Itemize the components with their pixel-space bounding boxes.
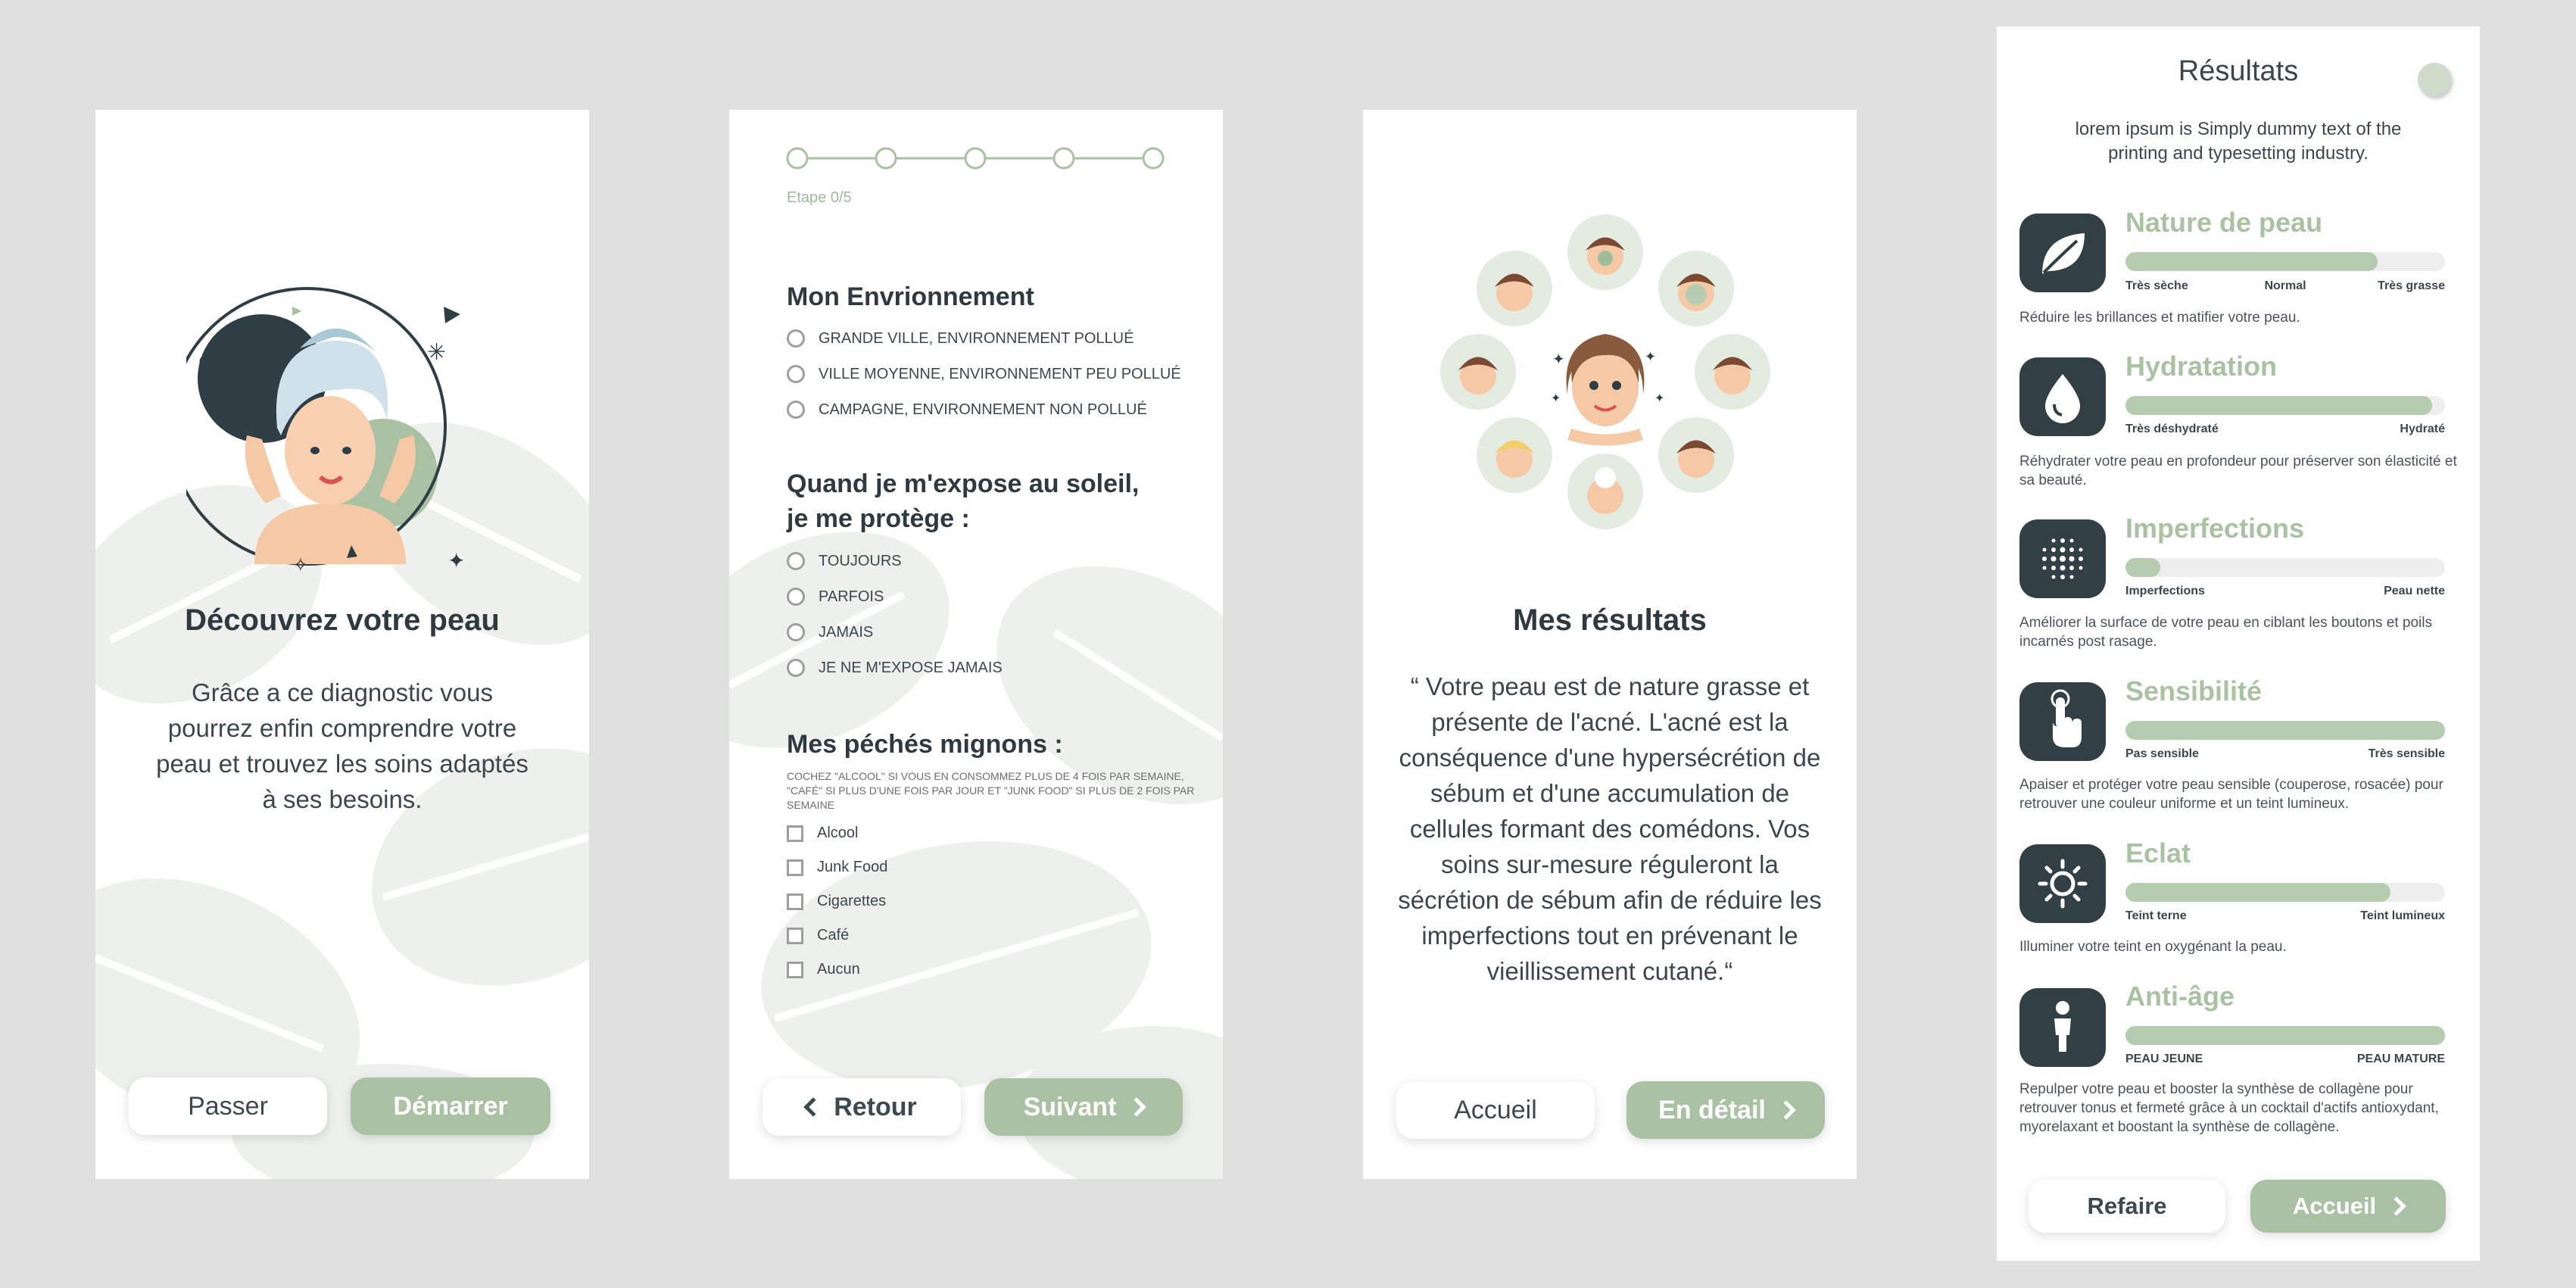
my-results-title: Mes résultats <box>1513 603 1707 637</box>
checkbox[interactable] <box>787 859 803 876</box>
svg-text:✧: ✧ <box>292 554 309 576</box>
criterion-bar-fill <box>2125 396 2433 415</box>
svg-text:✦: ✦ <box>1645 349 1656 364</box>
criterion-bar <box>2125 252 2445 271</box>
redo-button[interactable]: Refaire <box>2029 1180 2225 1233</box>
chevron-left-icon <box>803 1097 823 1117</box>
checkbox[interactable] <box>787 961 803 978</box>
criterion-bar-fill <box>2125 721 2445 740</box>
checkbox-option[interactable]: Cigarettes <box>787 893 886 910</box>
criterion-name: Imperfections <box>2125 513 2305 544</box>
criterion-bar-fill <box>2125 883 2391 902</box>
criterion-name: Sensibilité <box>2125 675 2263 706</box>
step-label: Etape 0/5 <box>787 189 852 206</box>
criterion-description: Réduire les brillances et matifier votre… <box>2019 310 2300 326</box>
criterion-description: Améliorer la surface de votre peau en ci… <box>2019 615 2432 650</box>
avatar[interactable] <box>2418 63 2451 96</box>
radio-option[interactable]: PARFOIS <box>787 588 884 606</box>
dots-icon <box>2019 519 2106 598</box>
criterion-name: Nature de peau <box>2125 207 2323 238</box>
checkbox[interactable] <box>787 893 803 910</box>
woman-towel-illustration: ✳ ▶ ✦ ✧ <box>186 287 465 576</box>
question-guilty-pleasures-title: Mes péchés mignons : <box>787 730 1063 759</box>
radio-button[interactable] <box>787 329 805 348</box>
skincare-faces-illustration: ✦ ✦ ✦ ✦ <box>1440 214 1770 529</box>
monstera-background <box>729 532 1223 1179</box>
radio-button[interactable] <box>787 365 805 383</box>
svg-text:✦: ✦ <box>448 549 465 572</box>
leaf-icon <box>2019 214 2106 292</box>
criterion-description: Réhydrater votre peau en profondeur pour… <box>2019 454 2457 488</box>
svg-text:✦: ✦ <box>1551 392 1561 405</box>
home-button[interactable]: Accueil <box>1396 1081 1595 1139</box>
svg-text:✳: ✳ <box>427 340 446 365</box>
question-note: COCHEZ "ALCOOL" SI VOUS EN CONSOMMEZ PLU… <box>787 770 1195 811</box>
radio-button[interactable] <box>787 552 805 570</box>
results-intro: lorem ipsum is Simply dummy text of the … <box>2075 119 2402 164</box>
criterion-bar-fill <box>2125 252 2378 271</box>
radio-option[interactable]: CAMPAGNE, ENVIRONNEMENT NON POLLUÉ <box>787 401 1147 419</box>
sun-icon <box>2019 844 2106 923</box>
criterion-description: Illuminer votre teint en oxygénant la pe… <box>2019 939 2287 955</box>
question-sun-title: Quand je m'expose au soleil, je me protè… <box>787 469 1140 533</box>
criterion-bar <box>2125 721 2445 740</box>
criterion-name: Eclat <box>2125 837 2191 869</box>
questionnaire-screen: Etape 0/5 Mon Envrionnement GRANDE VILLE… <box>729 110 1223 1179</box>
criterion-bar <box>2125 558 2445 577</box>
step-progress <box>786 147 1165 170</box>
home-button[interactable]: Accueil <box>2250 1180 2446 1233</box>
checkbox[interactable] <box>787 927 803 944</box>
checkbox-option[interactable]: Alcool <box>787 825 858 842</box>
radio-option[interactable]: GRANDE VILLE, ENVIRONNEMENT POLLUÉ <box>787 329 1134 348</box>
results-detail-screen: Résultats lorem ipsum is Simply dummy te… <box>1997 27 2480 1261</box>
radio-option[interactable]: JE NE M'EXPOSE JAMAIS <box>787 659 1003 677</box>
criterion-description: Repulper votre peau et booster la synthè… <box>2019 1081 2439 1135</box>
intro-screen: ✳ ▶ ✦ ✧ Découvrez votre peau Grâce a ce … <box>95 110 589 1179</box>
svg-text:✦: ✦ <box>1654 392 1664 405</box>
chevron-right-icon <box>1127 1097 1147 1117</box>
next-button[interactable]: Suivant <box>984 1078 1183 1136</box>
criterion-bar <box>2125 883 2445 902</box>
radio-button[interactable] <box>787 401 805 419</box>
checkbox[interactable] <box>787 825 803 842</box>
svg-text:✦: ✦ <box>1552 351 1565 368</box>
checkbox-option[interactable]: Junk Food <box>787 859 887 876</box>
chevron-right-icon <box>2387 1196 2406 1216</box>
drop-icon <box>2019 357 2106 436</box>
criterion-bar <box>2125 396 2445 415</box>
checkbox-option[interactable]: Aucun <box>787 961 860 978</box>
intro-description: Grâce a ce diagnostic vous pourrez enfin… <box>156 678 529 813</box>
touch-icon <box>2019 682 2106 761</box>
monstera-background <box>95 423 589 1179</box>
radio-button[interactable] <box>787 623 805 641</box>
back-button[interactable]: Retour <box>763 1078 961 1136</box>
chevron-right-icon <box>1776 1100 1796 1120</box>
svg-text:▶: ▶ <box>292 304 302 317</box>
criterion-bar-fill <box>2125 1026 2445 1045</box>
criterion-name: Anti-âge <box>2125 981 2235 1012</box>
radio-option[interactable]: VILLE MOYENNE, ENVIRONNEMENT PEU POLLUÉ <box>787 365 1181 383</box>
criterion-bar-fill <box>2125 558 2161 577</box>
detail-button[interactable]: En détail <box>1626 1081 1825 1139</box>
my-results-screen: ✦ ✦ ✦ ✦ Mes résultats “ Votre peau est d… <box>1363 110 1857 1179</box>
start-button[interactable]: Démarrer <box>351 1077 550 1135</box>
criterion-name: Hydratation <box>2125 351 2278 382</box>
person-icon <box>2019 988 2106 1067</box>
intro-title: Découvrez votre peau <box>185 603 500 637</box>
radio-option[interactable]: TOUJOURS <box>787 552 902 570</box>
question-environment-title: Mon Envrionnement <box>787 282 1034 311</box>
criterion-bar <box>2125 1026 2445 1045</box>
radio-option[interactable]: JAMAIS <box>787 623 873 641</box>
checkbox-option[interactable]: Café <box>787 927 849 944</box>
radio-button[interactable] <box>787 659 805 677</box>
criterion-description: Apaiser et protéger votre peau sensible … <box>2019 777 2443 812</box>
skip-button[interactable]: Passer <box>129 1077 327 1135</box>
my-results-description: “ Votre peau est de nature grasse et pré… <box>1398 672 1822 985</box>
results-title: Résultats <box>2178 55 2299 87</box>
radio-button[interactable] <box>787 588 805 606</box>
